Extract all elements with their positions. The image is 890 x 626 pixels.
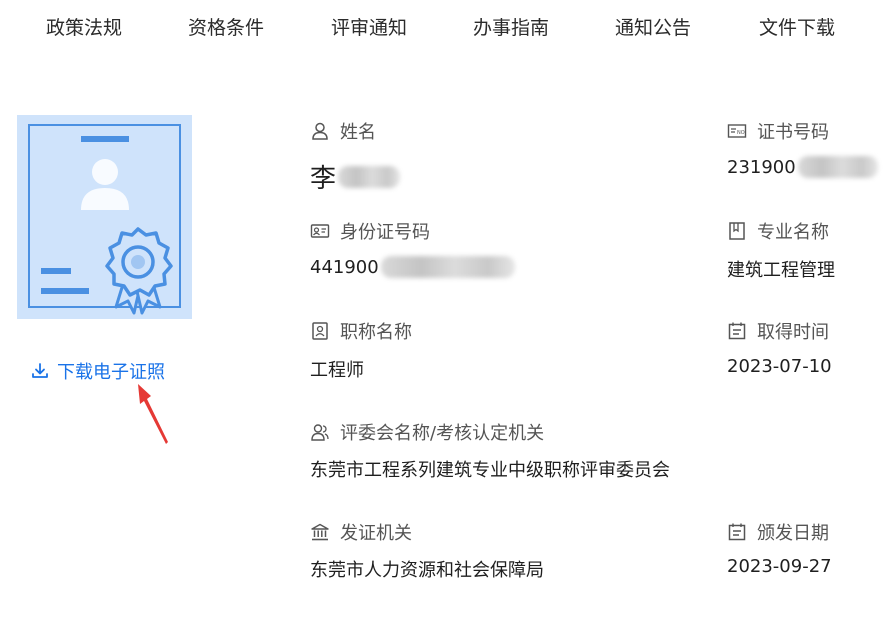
institution-icon	[311, 523, 329, 541]
id-number-value: 441900	[310, 256, 515, 278]
calendar-icon	[728, 322, 746, 340]
certificate-page: 政策法规 资格条件 评审通知 办事指南 通知公告 文件下载 下载电子证照 姓名 …	[0, 0, 890, 626]
committee-label: 评委会名称/考核认定机关	[310, 419, 544, 445]
certificate-number-icon: NO.	[727, 124, 746, 138]
name-value-text: 李	[310, 164, 337, 194]
id-number-label-text: 身份证号码	[340, 222, 430, 243]
name-label-text: 姓名	[340, 122, 376, 143]
person-icon	[312, 122, 328, 140]
cert-number-label-text: 证书号码	[757, 122, 829, 143]
svg-text:NO.: NO.	[737, 130, 746, 136]
committee-value: 东莞市工程系列建筑专业中级职称评审委员会	[310, 460, 670, 481]
download-icon	[32, 363, 48, 378]
committee-label-text: 评委会名称/考核认定机关	[340, 423, 545, 444]
badge-icon	[312, 322, 328, 340]
title-value: 工程师	[310, 360, 364, 381]
issuer-label-text: 发证机关	[340, 523, 412, 544]
issue-date-label-text: 颁发日期	[757, 523, 829, 544]
major-label-text: 专业名称	[757, 222, 829, 243]
redaction-mask	[797, 156, 878, 178]
red-arrow-annotation-icon	[138, 384, 168, 444]
obtain-date-value: 2023-07-10	[727, 356, 832, 377]
title-label: 职称名称	[310, 318, 412, 344]
redaction-mask	[380, 256, 515, 278]
nav-item-policy[interactable]: 政策法规	[46, 13, 122, 40]
certificate-illustration-icon	[28, 124, 181, 315]
top-nav: 政策法规 资格条件 评审通知 办事指南 通知公告 文件下载	[0, 0, 890, 52]
issue-date-value: 2023-09-27	[727, 556, 832, 577]
major-label: 专业名称	[727, 218, 829, 244]
calendar-icon	[728, 523, 746, 541]
id-number-value-text: 441900	[310, 256, 379, 278]
nav-item-announcement[interactable]: 通知公告	[615, 13, 691, 40]
title-label-text: 职称名称	[340, 322, 412, 343]
cert-number-label: NO. 证书号码	[727, 118, 829, 144]
major-value: 建筑工程管理	[727, 260, 835, 281]
cert-number-value: 231900	[727, 156, 878, 178]
nav-item-review-notice[interactable]: 评审通知	[331, 13, 407, 40]
certificate-image	[17, 115, 192, 319]
nav-item-guide[interactable]: 办事指南	[473, 13, 549, 40]
group-icon	[311, 424, 329, 441]
obtain-date-label-text: 取得时间	[757, 322, 829, 343]
name-label: 姓名	[310, 118, 376, 144]
issue-date-label: 颁发日期	[727, 519, 829, 545]
redaction-mask	[338, 165, 401, 188]
id-number-label: 身份证号码	[310, 218, 430, 244]
id-card-icon	[310, 224, 330, 238]
issuer-value: 东莞市人力资源和社会保障局	[310, 560, 544, 581]
cert-number-value-text: 231900	[727, 156, 796, 178]
nav-item-downloads[interactable]: 文件下载	[759, 13, 835, 40]
nav-item-qualification[interactable]: 资格条件	[188, 13, 264, 40]
issuer-label: 发证机关	[310, 519, 412, 545]
name-value: 李	[310, 158, 401, 195]
book-icon	[729, 222, 745, 240]
obtain-date-label: 取得时间	[727, 318, 829, 344]
